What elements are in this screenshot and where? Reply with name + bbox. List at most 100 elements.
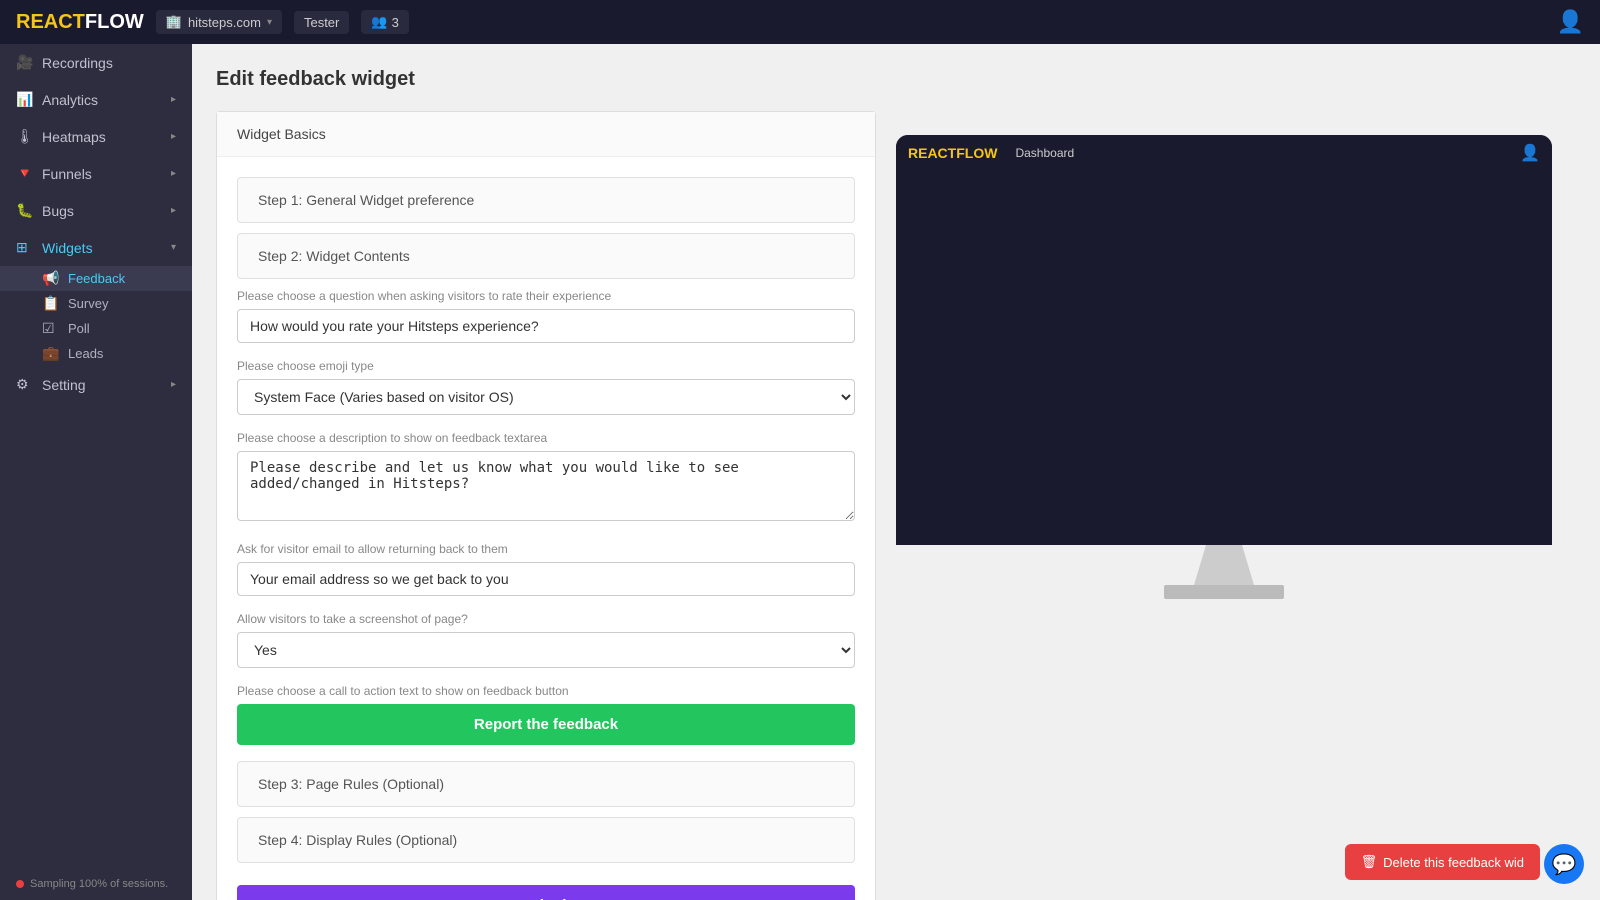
step1-block[interactable]: Step 1: General Widget preference [237,177,855,223]
setting-icon: ⚙ [16,376,32,393]
step3-label: Step 3: Page Rules (Optional) [258,776,444,792]
monitor-logo-flow: FLOW [956,145,997,161]
feedback-icon: 📢 [42,270,58,287]
monitor-nav: Dashboard [1015,146,1074,160]
sidebar-item-label: Feedback [68,271,125,286]
question-input[interactable] [237,309,855,343]
trash-icon: 🗑 [1361,854,1378,870]
chevron-icon: ▸ [171,131,176,142]
monitor-screen: REACTFLOW Dashboard 👤 Welcome to the sam… [896,135,1552,545]
widget-basics-card: Widget Basics Step 1: General Widget pre… [216,111,876,900]
messenger-icon: 💬 [1552,852,1577,877]
logo-react: REACT [16,11,85,33]
emoji-select[interactable]: System Face (Varies based on visitor OS)… [237,379,855,415]
main-layout: 🎥 Recordings 📊 Analytics ▸ 🌡 Heatmaps ▸ … [0,44,1600,900]
sidebar-item-label: Funnels [42,166,92,182]
heatmaps-icon: 🌡 [16,128,32,145]
sidebar-item-label: Widgets [42,240,93,256]
chevron-icon: ▸ [171,205,176,216]
screenshot-label: Allow visitors to take a screenshot of p… [237,612,855,626]
user-avatar[interactable]: 👤 [1557,9,1584,35]
step2-label: Step 2: Widget Contents [258,248,410,264]
two-col-layout: Widget Basics Step 1: General Widget pre… [216,111,1576,900]
sidebar-item-heatmaps[interactable]: 🌡 Heatmaps ▸ [0,118,192,155]
cta-preview-button: Report the feedback [237,704,855,745]
sampling-info: Sampling 100% of sessions. [0,868,192,900]
sampling-text: Sampling 100% of sessions. [30,878,168,890]
sidebar: 🎥 Recordings 📊 Analytics ▸ 🌡 Heatmaps ▸ … [0,44,192,900]
screenshot-group: Allow visitors to take a screenshot of p… [237,612,855,668]
team-count: 3 [392,15,399,30]
sidebar-item-recordings[interactable]: 🎥 Recordings [0,44,192,81]
desc-label: Please choose a description to show on f… [237,431,855,445]
sidebar-item-label: Survey [68,296,108,311]
sampling-dot [16,880,24,888]
sidebar-item-label: Analytics [42,92,98,108]
funnels-icon: 🔻 [16,165,32,182]
sidebar-item-analytics[interactable]: 📊 Analytics ▸ [0,81,192,118]
sidebar-item-setting[interactable]: ⚙ Setting ▸ [0,366,192,403]
topbar: REACTFLOW 🏢 hitsteps.com ▾ Tester 👥 3 👤 [0,0,1600,44]
sidebar-item-survey[interactable]: 📋 Survey [0,291,192,316]
site-selector[interactable]: 🏢 hitsteps.com ▾ [156,10,282,34]
monitor: REACTFLOW Dashboard 👤 Welcome to the sam… [896,135,1552,599]
survey-icon: 📋 [42,295,58,312]
desc-textarea[interactable]: Please describe and let us know what you… [237,451,855,521]
form-column: Widget Basics Step 1: General Widget pre… [216,111,876,900]
sidebar-item-feedback[interactable]: 📢 Feedback [0,266,192,291]
cta-group: Please choose a call to action text to s… [237,684,855,745]
sidebar-item-label: Setting [42,377,86,393]
monitor-avatar: 👤 [1520,143,1540,163]
sidebar-item-label: Heatmaps [42,129,106,145]
leads-icon: 💼 [42,345,58,362]
submit-button[interactable]: Submit [237,885,855,900]
user-label: Tester [294,11,349,34]
site-name: hitsteps.com [188,15,261,30]
card-body: Step 1: General Widget preference Step 2… [217,157,875,900]
sidebar-item-label: Bugs [42,203,74,219]
content-area: Edit feedback widget Widget Basics Step … [192,44,1600,900]
chevron-icon: ▸ [171,94,176,105]
sidebar-item-poll[interactable]: ☑ Poll [0,316,192,341]
recordings-icon: 🎥 [16,54,32,71]
email-label: Ask for visitor email to allow returning… [237,542,855,556]
chevron-down-icon: ▾ [267,17,272,28]
emoji-label: Please choose emoji type [237,359,855,373]
delete-label: Delete this feedback wid [1383,855,1524,870]
step2-block[interactable]: Step 2: Widget Contents [237,233,855,279]
cta-label: Please choose a call to action text to s… [237,684,855,698]
analytics-icon: 📊 [16,91,32,108]
sidebar-item-bugs[interactable]: 🐛 Bugs ▸ [0,192,192,229]
chevron-icon: ▸ [171,379,176,390]
preview-panel: REACTFLOW Dashboard 👤 Welcome to the sam… [896,111,1576,900]
delete-button[interactable]: 🗑 Delete this feedback wid [1345,844,1540,880]
sidebar-item-label: Recordings [42,55,113,71]
chevron-icon: ▸ [171,168,176,179]
sidebar-item-funnels[interactable]: 🔻 Funnels ▸ [0,155,192,192]
monitor-stand [1194,545,1254,585]
step4-block[interactable]: Step 4: Display Rules (Optional) [237,817,855,863]
widgets-icon: ⊞ [16,239,32,256]
team-badge[interactable]: 👥 3 [361,10,408,34]
team-icon: 👥 [371,14,387,30]
monitor-logo-react: REACT [908,145,956,161]
logo: REACTFLOW [16,11,144,34]
chat-button[interactable]: 💬 [1544,844,1584,884]
email-group: Ask for visitor email to allow returning… [237,542,855,596]
step3-block[interactable]: Step 3: Page Rules (Optional) [237,761,855,807]
step4-label: Step 4: Display Rules (Optional) [258,832,457,848]
question-label: Please choose a question when asking vis… [237,289,855,303]
email-input[interactable] [237,562,855,596]
sidebar-item-widgets[interactable]: ⊞ Widgets ▾ [0,229,192,266]
desc-group: Please choose a description to show on f… [237,431,855,526]
monitor-stand-group [896,545,1552,599]
monitor-logo: REACTFLOW [908,145,997,161]
monitor-base [1164,585,1284,599]
step1-label: Step 1: General Widget preference [258,192,474,208]
sidebar-item-leads[interactable]: 💼 Leads [0,341,192,366]
poll-icon: ☑ [42,320,58,337]
site-icon: 🏢 [166,14,182,30]
screenshot-select[interactable]: Yes No [237,632,855,668]
logo-flow: FLOW [85,11,144,33]
question-group: Please choose a question when asking vis… [237,289,855,343]
